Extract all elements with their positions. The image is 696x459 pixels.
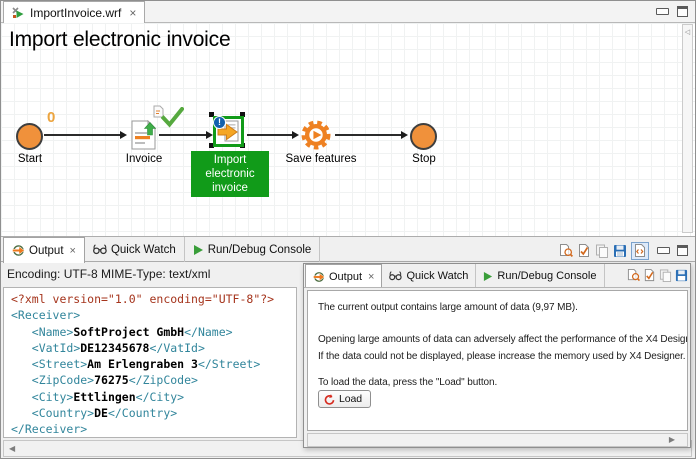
tab-run-debug-console-label: Run/Debug Console (208, 244, 312, 256)
flow-arrowhead-icon (120, 131, 127, 139)
xml-line: <?xml version="1.0" encoding="UTF-8"?> (11, 291, 292, 307)
flow-connector (159, 134, 206, 136)
float-tab-output[interactable]: Output × (305, 264, 382, 288)
editor-window-controls (656, 6, 688, 17)
float-tab-quick-watch-label: Quick Watch (406, 270, 468, 282)
message-line: If the data could not be displayed, plea… (318, 351, 685, 362)
invoice-label: Invoice (110, 153, 178, 165)
start-label: Start (8, 153, 52, 165)
float-tab-run-debug-console[interactable]: Run/Debug Console (476, 264, 604, 288)
tab-quick-watch[interactable]: Quick Watch (85, 237, 185, 262)
scroll-left-icon[interactable]: ◀ (9, 444, 15, 453)
flow-connector (44, 134, 120, 136)
xml-line: <City>Ettlingen</City> (11, 389, 292, 405)
maximize-icon[interactable] (677, 6, 688, 17)
run-play-icon (193, 244, 204, 256)
preview-document-icon[interactable] (559, 244, 573, 258)
output-panel-body: Encoding: UTF-8 MIME-Type: text/xml <?xm… (1, 262, 695, 459)
output-icon (313, 271, 325, 283)
flow-arrowhead-icon (292, 131, 299, 139)
float-tab-output-label: Output (329, 271, 362, 283)
tab-output[interactable]: Output × (3, 237, 85, 263)
tab-run-debug-console[interactable]: Run/Debug Console (185, 237, 321, 262)
save-features-gear-icon[interactable] (299, 118, 333, 152)
collapse-left-icon[interactable]: ◁ (683, 25, 692, 40)
flow-arrowhead-icon (401, 131, 408, 139)
float-horizontal-scrollbar[interactable]: ▶ (307, 433, 688, 447)
output-panel-toolbar (559, 242, 649, 260)
node-start[interactable] (16, 123, 43, 150)
palette-collapse-strip[interactable]: ◁ (682, 24, 693, 233)
panel-maximize-icon[interactable] (677, 245, 688, 256)
glasses-icon (389, 271, 402, 281)
xml-line: <Receiver> (11, 307, 292, 323)
save-icon[interactable] (613, 244, 627, 258)
close-icon[interactable]: × (368, 271, 374, 283)
panel-minimize-icon[interactable] (657, 247, 670, 254)
workflow-canvas: Import electronic invoice ◁ Start 0 (1, 23, 695, 236)
tab-importinvoice[interactable]: ImportInvoice.wrf × (3, 1, 145, 23)
xml-line: <ZipCode>76275</ZipCode> (11, 372, 292, 388)
encoding-label: Encoding: UTF-8 MIME-Type: text/xml (7, 267, 210, 281)
flow-connector (247, 134, 292, 136)
copy-icon[interactable] (659, 269, 672, 282)
editor-tab-bar: ImportInvoice.wrf × (1, 1, 695, 23)
stop-label: Stop (401, 153, 447, 165)
load-button[interactable]: Load (318, 390, 371, 408)
save-icon[interactable] (675, 269, 688, 282)
xml-line: <Country>DE</Country> (11, 405, 292, 421)
workflow-file-icon (12, 6, 25, 19)
view-source-button[interactable] (631, 242, 649, 260)
tab-quick-watch-label: Quick Watch (111, 244, 176, 256)
float-tab-bar: Output × Quick Watch Run/Debug Console (304, 264, 690, 288)
xml-line: <Name>SoftProject GmbH</Name> (11, 324, 292, 340)
float-toolbar (627, 269, 688, 282)
validate-document-icon[interactable] (643, 269, 656, 282)
output-panel-tab-bar: Output × Quick Watch Run/Debug Console (1, 236, 695, 262)
xml-line: </Receiver> (11, 421, 292, 437)
large-data-message-view: The current output contains large amount… (307, 290, 688, 431)
run-play-icon (483, 271, 493, 282)
import-node-label: Import electronic invoice (191, 151, 269, 197)
validate-document-icon[interactable] (577, 244, 591, 258)
scroll-right-icon[interactable]: ▶ (669, 435, 675, 444)
preview-document-icon[interactable] (627, 269, 640, 282)
workflow-title: Import electronic invoice (9, 28, 230, 52)
message-line: The current output contains large amount… (318, 302, 578, 313)
xml-line: <VatId>DE12345678</VatId> (11, 340, 292, 356)
close-icon[interactable]: × (129, 6, 136, 20)
flow-arrowhead-icon (206, 131, 213, 139)
load-button-label: Load (339, 393, 362, 405)
source-code-icon (633, 244, 647, 258)
float-tab-run-debug-console-label: Run/Debug Console (497, 270, 596, 282)
info-badge-icon: ! (213, 116, 226, 129)
copy-icon[interactable] (595, 244, 609, 258)
message-line: To load the data, press the "Load" butto… (318, 377, 497, 388)
close-icon[interactable]: × (70, 245, 76, 257)
success-check-icon (161, 107, 184, 128)
message-line: Opening large amounts of data can advers… (318, 334, 688, 345)
xml-view[interactable]: <?xml version="1.0" encoding="UTF-8"?><R… (3, 287, 297, 438)
panel-window-controls (657, 245, 688, 256)
editor-tab-title: ImportInvoice.wrf (30, 6, 121, 20)
floating-output-panel: Output × Quick Watch Run/Debug Console (303, 263, 691, 448)
minimize-icon[interactable] (656, 8, 669, 15)
load-icon (324, 394, 335, 405)
save-features-label: Save features (280, 153, 362, 165)
node-stop[interactable] (410, 123, 437, 150)
tab-output-label: Output (29, 245, 64, 257)
float-tab-quick-watch[interactable]: Quick Watch (382, 264, 476, 288)
xml-line: <Street>Am Erlengraben 3</Street> (11, 356, 292, 372)
invoice-document-icon[interactable] (131, 120, 157, 150)
glasses-icon (93, 244, 107, 255)
x4-designer-window: ImportInvoice.wrf × Import electronic in… (0, 0, 696, 459)
flow-connector (335, 134, 401, 136)
node-import-electronic-invoice[interactable]: ! (213, 116, 244, 147)
output-icon (12, 244, 25, 257)
edge-count-badge: 0 (47, 109, 55, 126)
